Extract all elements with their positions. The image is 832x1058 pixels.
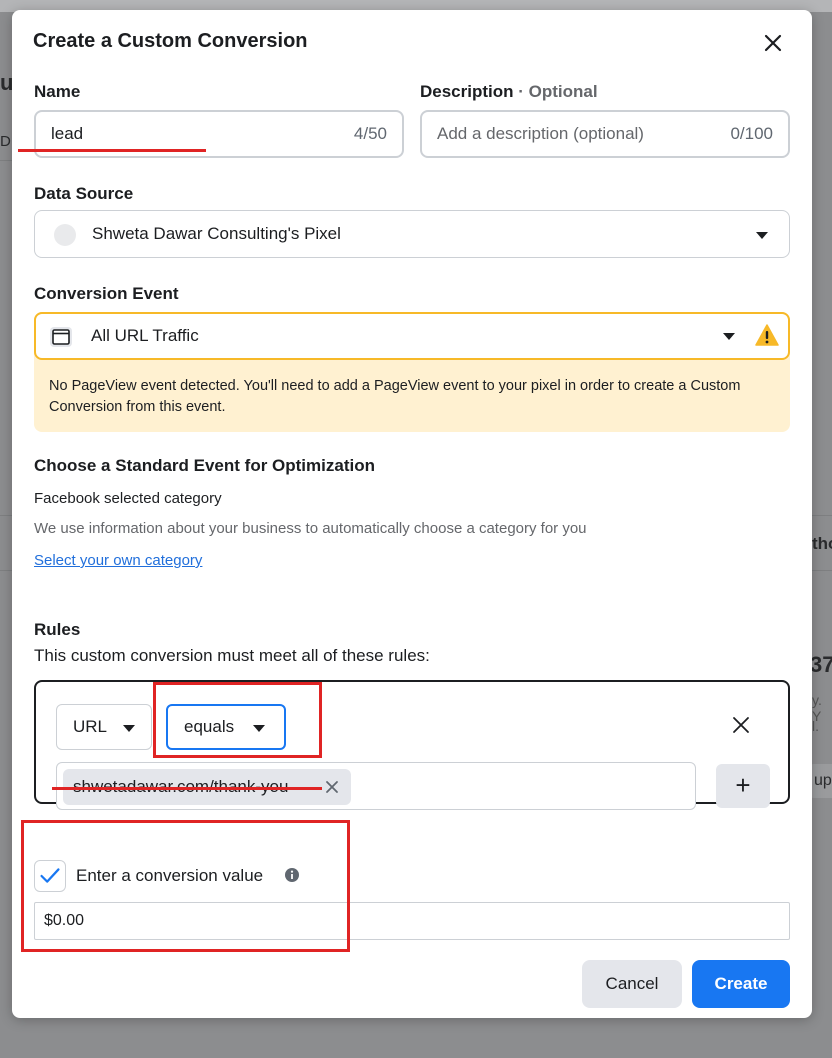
add-rule-value-button[interactable]: + (716, 764, 770, 808)
standard-event-heading: Choose a Standard Event for Optimization (34, 456, 375, 475)
optional-tag: · Optional (518, 82, 598, 101)
background-text-fragment: l. (812, 718, 819, 734)
standard-event-description: We use information about your business t… (34, 520, 587, 537)
rules-description: This custom conversion must meet all of … (34, 646, 430, 665)
cancel-button[interactable]: Cancel (582, 960, 682, 1008)
conversion-event-selected: All URL Traffic (91, 326, 199, 345)
description-input[interactable]: Add a description (optional) 0/100 (420, 110, 790, 158)
close-icon (764, 34, 782, 52)
chevron-down-icon (723, 333, 735, 340)
rule-card: URL equals shwetadawar.com/thank-you + (34, 680, 790, 810)
data-source-selected: Shweta Dawar Consulting's Pixel (92, 224, 341, 243)
annotation-underline (52, 787, 322, 790)
select-category-link[interactable]: Select your own category (34, 552, 202, 569)
rule-field-value: URL (73, 717, 108, 736)
annotation-box (153, 682, 322, 758)
name-character-counter: 4/50 (353, 124, 387, 143)
conversion-event-select[interactable]: All URL Traffic (34, 312, 790, 360)
data-source-select[interactable]: Shweta Dawar Consulting's Pixel (34, 210, 790, 258)
close-dialog-button[interactable] (760, 30, 786, 56)
rules-heading: Rules (34, 620, 81, 639)
name-label: Name (34, 82, 81, 101)
rule-field-dropdown[interactable]: URL (56, 704, 152, 750)
create-button-label: Create (714, 974, 768, 993)
description-label: Description · Optional (420, 82, 598, 102)
background-divider (0, 570, 12, 571)
warning-message: No PageView event detected. You'll need … (49, 378, 741, 415)
background-text-fragment: 37 (810, 652, 832, 677)
dialog-title: Create a Custom Conversion (33, 30, 308, 52)
background-text-fragment: tho (812, 534, 832, 553)
cancel-button-label: Cancel (605, 974, 659, 993)
rule-value-input[interactable]: shwetadawar.com/thank-you (56, 762, 696, 810)
description-character-counter: 0/100 (730, 124, 773, 143)
plus-icon: + (735, 769, 751, 800)
chevron-down-icon (123, 725, 135, 732)
chevron-down-icon (756, 232, 768, 239)
create-button[interactable]: Create (692, 960, 790, 1008)
pixel-icon (54, 224, 76, 246)
browser-window-icon (50, 327, 72, 347)
background-divider (812, 515, 832, 516)
warning-icon (755, 324, 779, 346)
data-source-label: Data Source (34, 184, 134, 203)
standard-event-subheading: Facebook selected category (34, 490, 222, 507)
background-text-fragment: D (0, 133, 11, 150)
name-input-value: lead (51, 124, 84, 143)
background-divider (812, 570, 832, 571)
description-label-text: Description (420, 82, 514, 101)
remove-tag-icon[interactable] (325, 780, 339, 794)
annotation-box (21, 820, 350, 952)
conversion-event-label: Conversion Event (34, 284, 179, 303)
background-divider (0, 515, 12, 516)
remove-rule-icon[interactable] (730, 714, 752, 736)
description-placeholder: Add a description (optional) (437, 124, 644, 143)
annotation-underline (18, 149, 206, 152)
background-divider (0, 160, 12, 161)
